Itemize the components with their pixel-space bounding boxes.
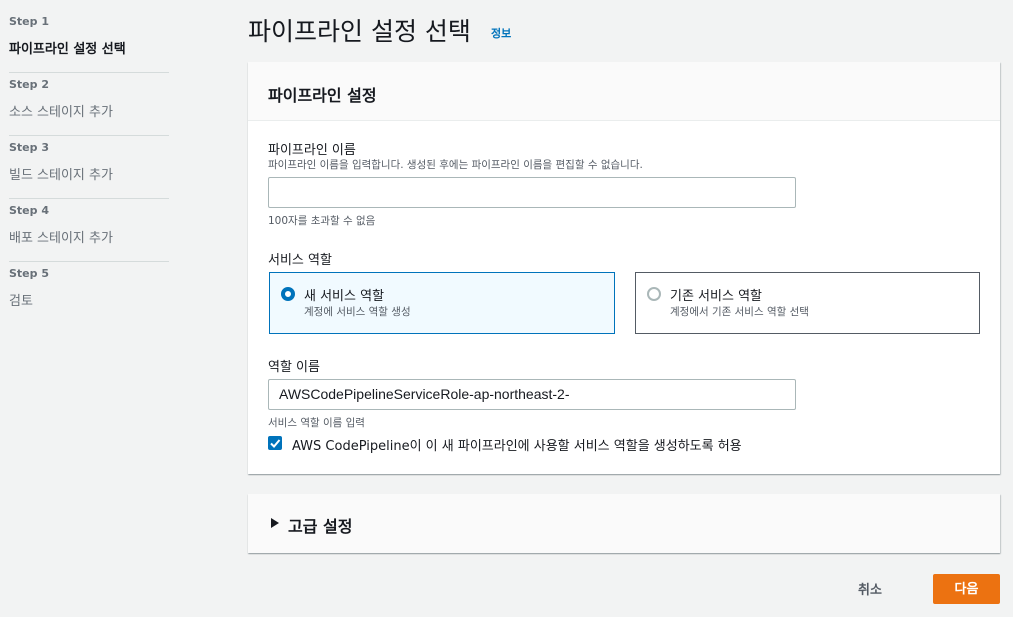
caret-right-icon[interactable]	[271, 518, 279, 528]
step-2: Step 2 소스 스테이지 추가	[9, 73, 169, 136]
allow-role-checkbox[interactable]	[268, 436, 282, 450]
step-label: 소스 스테이지 추가	[9, 105, 113, 120]
step-number: Step 1	[9, 15, 49, 28]
step-number: Step 4	[9, 204, 49, 217]
step-1: Step 1 파이프라인 설정 선택	[9, 10, 169, 73]
new-service-role-option[interactable]: 새 서비스 역할 계정에 서비스 역할 생성	[269, 272, 615, 334]
step-number: Step 3	[9, 141, 49, 154]
cancel-button[interactable]: 취소	[845, 578, 895, 602]
option-description: 계정에서 기존 서비스 역할 선택	[670, 306, 809, 318]
allow-role-label[interactable]: AWS CodePipeline이 이 새 파이프라인에 사용할 서비스 역할을…	[292, 435, 742, 454]
wizard-steps: Step 1 파이프라인 설정 선택 Step 2 소스 스테이지 추가 Ste…	[9, 10, 169, 325]
info-link[interactable]: 정보	[491, 25, 511, 41]
pipeline-name-label: 파이프라인 이름	[268, 143, 356, 158]
step-label: 파이프라인 설정 선택	[9, 42, 126, 57]
advanced-settings-expander[interactable]: 고급 설정	[248, 494, 1000, 553]
radio-selected-icon[interactable]	[281, 287, 295, 301]
pipeline-name-constraint: 100자를 초과할 수 없음	[268, 215, 376, 227]
step-number: Step 2	[9, 78, 49, 91]
option-title: 기존 서비스 역할	[670, 289, 762, 304]
next-button[interactable]: 다음	[933, 574, 1000, 604]
step-3: Step 3 빌드 스테이지 추가	[9, 136, 169, 199]
checkmark-icon	[270, 439, 281, 448]
pipeline-settings-panel: 파이프라인 설정 파이프라인 이름 파이프라인 이름을 입력합니다. 생성된 후…	[248, 62, 1000, 474]
page-title: 파이프라인 설정 선택	[248, 17, 471, 46]
option-description: 계정에 서비스 역할 생성	[304, 306, 411, 318]
step-label: 검토	[9, 294, 33, 309]
advanced-settings-title[interactable]: 고급 설정	[288, 513, 352, 537]
option-title: 새 서비스 역할	[304, 289, 385, 304]
service-role-label: 서비스 역할	[268, 253, 332, 268]
step-5: Step 5 검토	[9, 262, 169, 325]
step-number: Step 5	[9, 267, 49, 280]
step-4: Step 4 배포 스테이지 추가	[9, 199, 169, 262]
step-label: 빌드 스테이지 추가	[9, 168, 113, 183]
panel-header: 파이프라인 설정	[248, 62, 1000, 121]
pipeline-name-description: 파이프라인 이름을 입력합니다. 생성된 후에는 파이프라인 이름을 편집할 수…	[268, 159, 643, 171]
radio-unselected-icon[interactable]	[647, 287, 661, 301]
pipeline-name-input[interactable]	[268, 177, 796, 208]
role-name-label: 역할 이름	[268, 360, 320, 375]
panel-title: 파이프라인 설정	[268, 86, 377, 105]
step-label: 배포 스테이지 추가	[9, 231, 113, 246]
existing-service-role-option[interactable]: 기존 서비스 역할 계정에서 기존 서비스 역할 선택	[635, 272, 980, 334]
role-name-description: 서비스 역할 이름 입력	[268, 417, 365, 429]
role-name-input[interactable]: AWSCodePipelineServiceRole-ap-northeast-…	[268, 379, 796, 410]
